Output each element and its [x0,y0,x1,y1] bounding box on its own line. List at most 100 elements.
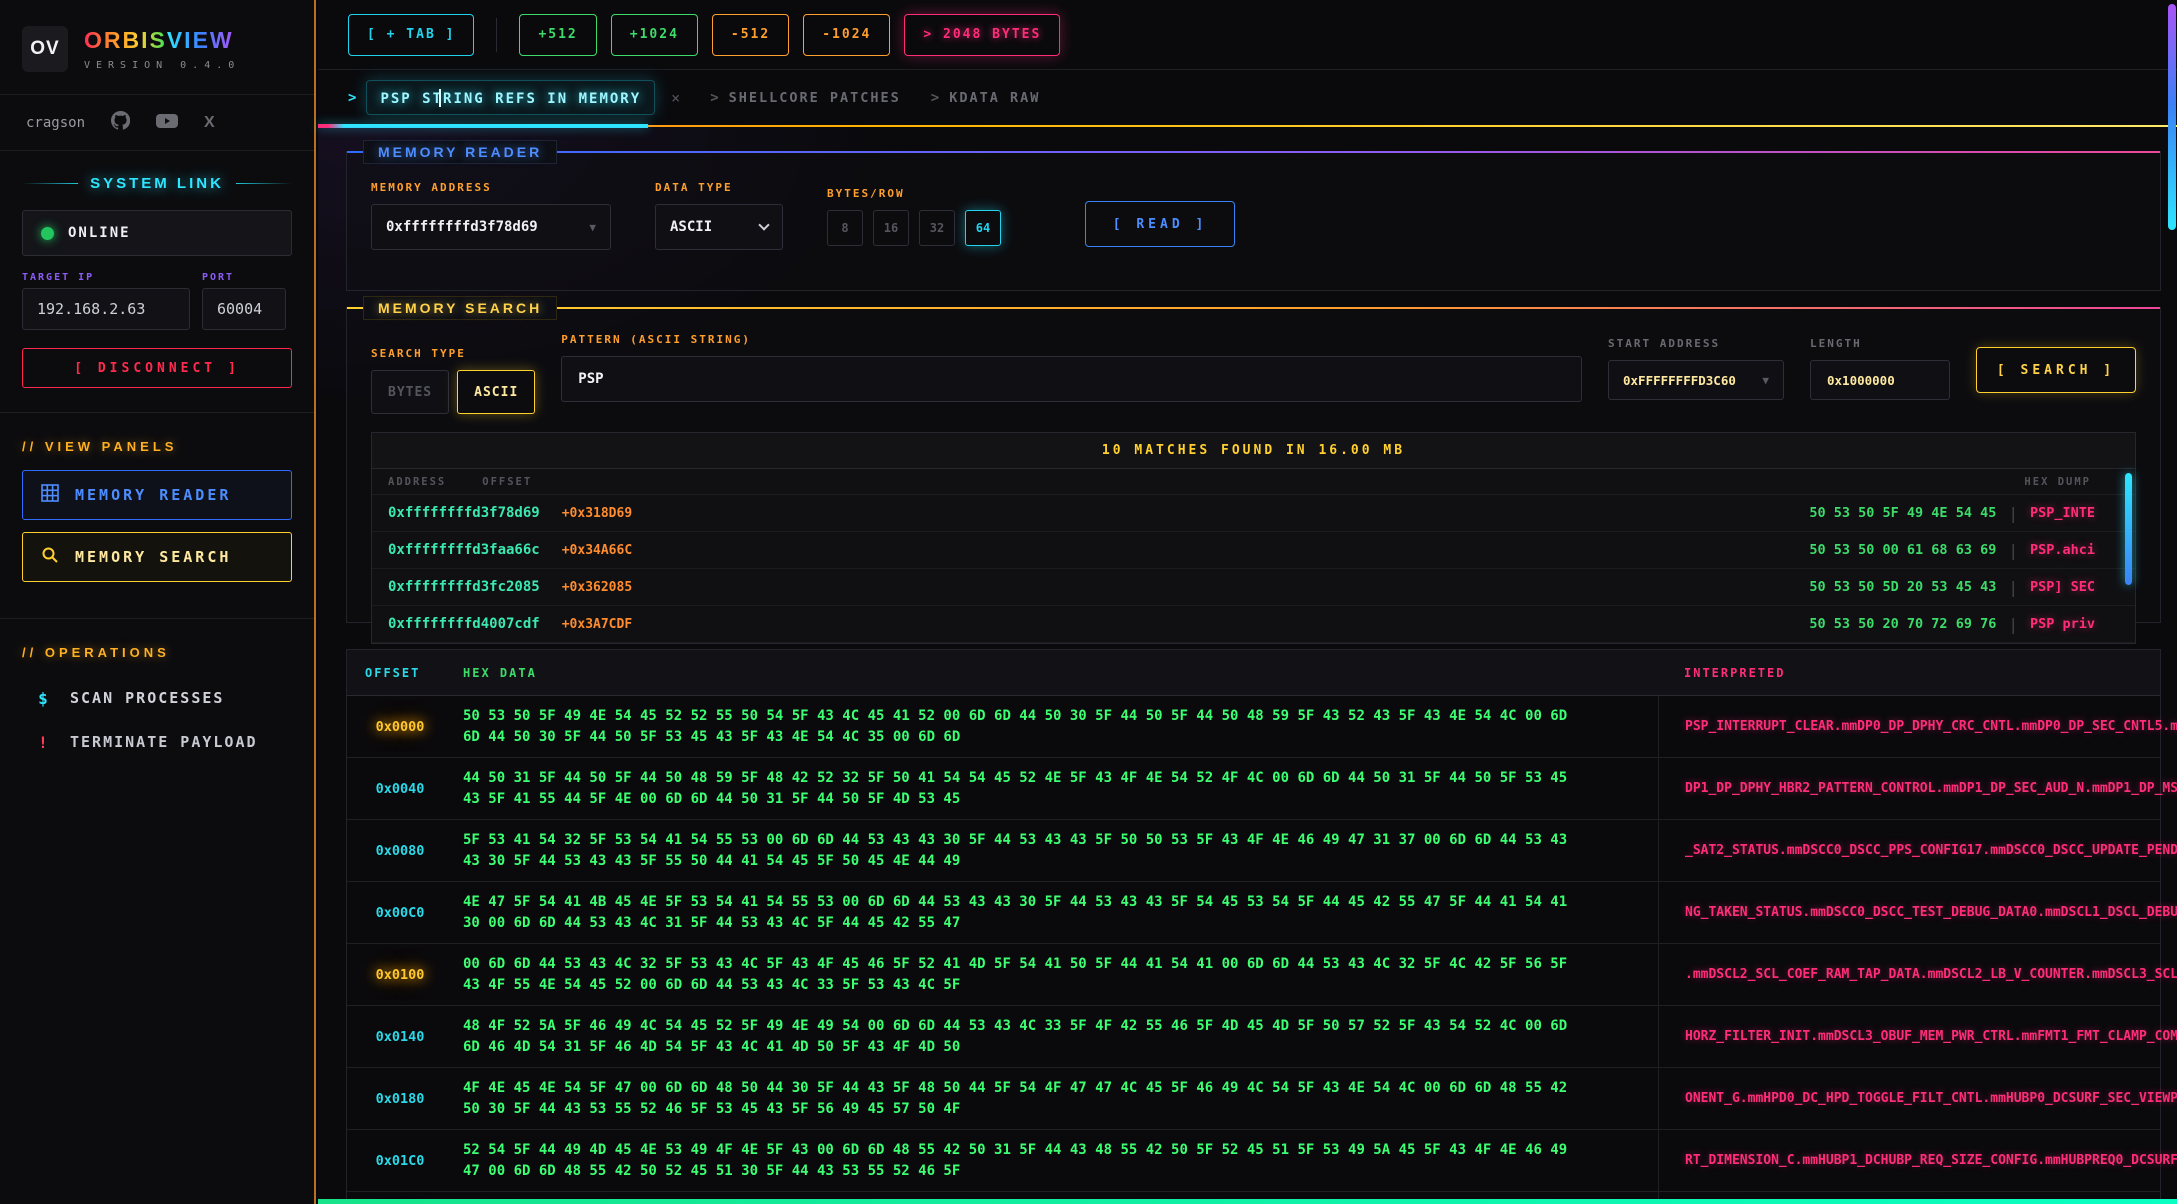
tab-kdata-raw[interactable]: > KDATA RAW [931,90,1041,106]
match-row[interactable]: 0xffffffffd3fc2085+0x362085 50 53 50 5D … [372,569,2135,606]
target-ip-field[interactable]: 192.168.2.63 [22,288,190,330]
scan-processes-button[interactable]: $ SCAN PROCESSES [22,676,292,720]
app-title: ORBISVIEW [84,27,240,54]
start-address-label: START ADDRESS [1608,337,1784,350]
length-input[interactable]: 0x1000000 [1810,360,1950,400]
results-banner: 10 MATCHES FOUND IN 16.00 MB [372,433,2135,469]
connection-status: ONLINE [22,210,292,256]
match-row[interactable]: 0xffffffffd4007cdf+0x3A7CDF 50 53 50 20 … [372,606,2135,643]
new-tab-button[interactable]: [ + TAB ] [348,14,474,56]
dropdown-arrow-icon: ▼ [1762,374,1769,387]
data-type-select[interactable]: ASCII [655,204,783,250]
hex-row: 0x0040 44 50 31 5F 44 50 5F 44 50 48 59 … [347,758,2160,820]
magnifier-icon [41,546,59,568]
hexdump-column-header: HEX DUMP [2024,476,2091,488]
view-panels-section: // VIEW PANELS MEMORY READER MEMORY SEAR… [0,413,314,619]
github-icon[interactable] [111,111,130,134]
tab-shellcore-patches[interactable]: > SHELLCORE PATCHES [710,90,901,106]
tab-name-editor[interactable]: PSP STRING REFS IN MEMORY [366,80,655,115]
memory-address-select[interactable]: 0xffffffffd3f78d69 ▼ [371,204,611,250]
results-header: ADDRESS OFFSET HEX DUMP [372,469,2135,495]
results-scrollbar[interactable] [2125,473,2132,585]
sidebar-item-label: MEMORY READER [75,486,231,504]
hex-bytes: 50 53 50 5F 49 4E 54 45 52 52 55 50 54 5… [453,697,1658,757]
target-ip-label: TARGET IP [22,272,190,283]
divider [236,183,292,184]
offset-value: 0x0140 [347,1029,453,1045]
system-link-section: SYSTEM LINK ONLINE TARGET IP 192.168.2.6… [0,151,314,413]
sidebar-item-label: MEMORY SEARCH [75,548,231,566]
hex-row: 0x0180 4F 4E 45 4E 54 5F 47 00 6D 6D 48 … [347,1068,2160,1130]
chevron-right-icon: > [710,90,718,106]
port-label: PORT [202,272,286,283]
status-label: ONLINE [68,225,131,241]
content: MEMORY READER MEMORY ADDRESS 0xffffffffd… [318,127,2177,1204]
sidebar-item-memory-search[interactable]: MEMORY SEARCH [22,532,292,582]
interpreted-string: PSP_INTERRUPT_CLEAR.mmDP0_DP_DPHY_CRC_CN… [1658,696,2160,757]
hex-bytes: 44 50 31 5F 44 50 5F 44 50 48 59 5F 48 4… [453,759,1658,819]
hex-row: 0x00C0 4E 47 5F 54 41 4B 45 4E 5F 53 54 … [347,882,2160,944]
hex-row: 0x0140 48 4F 52 5A 5F 46 49 4C 54 45 52 … [347,1006,2160,1068]
hex-bytes: 52 54 5F 44 49 4D 45 4E 53 49 4F 4E 5F 4… [453,1131,1658,1191]
chevron-right-icon: > [348,90,356,106]
search-type-bytes-button[interactable]: BYTES [371,370,449,414]
match-row[interactable]: 0xffffffffd3f78d69+0x318D69 50 53 50 5F … [372,495,2135,532]
app-version: VERSION 0.4.0 [84,60,240,71]
offset-column-header: OFFSET [482,476,532,488]
offset-value: 0x0100 [347,967,453,983]
bytes-option-32[interactable]: 32 [919,210,955,246]
panel-title: MEMORY SEARCH [363,296,557,320]
plus-512-button[interactable]: +512 [519,14,596,56]
pattern-input[interactable]: PSP [561,356,1582,402]
read-button[interactable]: [ READ ] [1085,201,1235,247]
interpreted-string: .mmDSCL2_SCL_COEF_RAM_TAP_DATA.mmDSCL2_L… [1658,944,2160,1005]
interpreted-string: ONENT_G.mmHPD0_DC_HPD_TOGGLE_FILT_CNTL.m… [1658,1068,2160,1129]
bytes-option-8[interactable]: 8 [827,210,863,246]
operations-title: // OPERATIONS [22,645,292,660]
interpreted-string: _SAT2_STATUS.mmDSCC0_DSCC_PPS_CONFIG17.m… [1658,820,2160,881]
chevron-down-icon [758,219,769,230]
terminate-payload-button[interactable]: ! TERMINATE PAYLOAD [22,720,292,764]
offset-value: 0x0040 [347,781,453,797]
sidebar-item-memory-reader[interactable]: MEMORY READER [22,470,292,520]
plus-1024-button[interactable]: +1024 [611,14,698,56]
start-address-select[interactable]: 0xFFFFFFFFD3C60 ▼ [1608,360,1784,400]
x-icon[interactable]: X [204,114,215,132]
match-row[interactable]: 0xffffffffd3faa66c+0x34A66C 50 53 50 00 … [372,532,2135,569]
tab-psp-string-refs[interactable]: > PSP STRING REFS IN MEMORY × [348,80,680,115]
disconnect-button[interactable]: [ DISCONNECT ] [22,348,292,388]
port-field[interactable]: 60004 [202,288,286,330]
hex-viewer: OFFSET HEX DATA INTERPRETED 0x0000 50 53… [346,649,2161,1204]
hex-row: 0x0080 5F 53 41 54 32 5F 53 54 41 54 55 … [347,820,2160,882]
search-button[interactable]: [ SEARCH ] [1976,347,2136,393]
status-dot [41,227,54,240]
interpreted-column-header: INTERPRETED [1658,666,2160,680]
interpreted-string: NG_TAKEN_STATUS.mmDSCC0_DSCC_TEST_DEBUG_… [1658,882,2160,943]
page-scrollbar[interactable] [2168,4,2176,230]
system-link-title: SYSTEM LINK [90,175,224,192]
toolbar-divider [496,18,497,52]
bytes-option-64[interactable]: 64 [965,210,1001,246]
author-name: cragson [26,115,85,131]
search-results: 10 MATCHES FOUND IN 16.00 MB ADDRESS OFF… [371,432,2136,644]
toolbar: [ + TAB ] +512 +1024 -512 -1024 > 2048 B… [318,0,2177,70]
minus-512-button[interactable]: -512 [712,14,789,56]
hex-row: 0x0100 00 6D 6D 44 53 43 4C 32 5F 53 43 … [347,944,2160,1006]
hex-bytes: 00 6D 6D 44 53 43 4C 32 5F 53 43 4C 5F 4… [453,945,1658,1005]
bytes-option-16[interactable]: 16 [873,210,909,246]
search-type-label: SEARCH TYPE [371,347,535,360]
hex-bytes: 4E 47 5F 54 41 4B 45 4E 5F 53 54 41 54 5… [453,883,1658,943]
horizontal-scrollbar[interactable] [318,1199,2177,1204]
bytes-2048-button[interactable]: > 2048 BYTES [904,14,1060,56]
close-icon[interactable]: × [671,89,680,107]
minus-1024-button[interactable]: -1024 [803,14,890,56]
hex-bytes: 48 4F 52 5A 5F 46 49 4C 54 45 52 5F 49 4… [453,1007,1658,1067]
hex-viewer-header: OFFSET HEX DATA INTERPRETED [347,650,2160,696]
operations-section: // OPERATIONS $ SCAN PROCESSES ! TERMINA… [0,619,314,788]
op-label: SCAN PROCESSES [70,689,224,707]
youtube-icon[interactable] [156,113,178,133]
text-caret [439,89,441,107]
search-type-ascii-button[interactable]: ASCII [457,370,535,414]
interpreted-string: DP1_DP_DPHY_HBR2_PATTERN_CONTROL.mmDP1_D… [1658,758,2160,819]
offset-value: 0x0000 [347,719,453,735]
